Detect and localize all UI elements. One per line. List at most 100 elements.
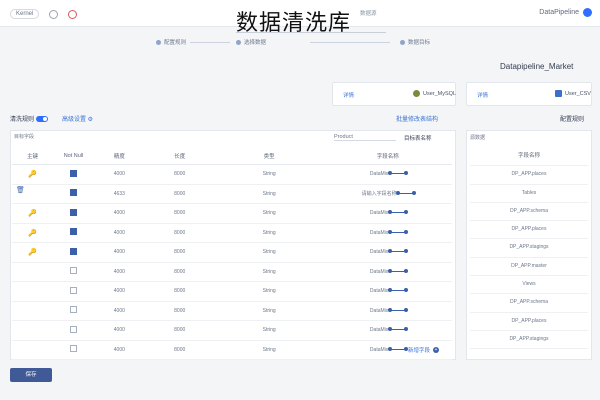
- table-row[interactable]: 4000 8000 String DataMix: [12, 301, 452, 321]
- type-cell[interactable]: String: [214, 320, 324, 341]
- source-field-item[interactable]: DP_APP.places: [470, 313, 588, 331]
- pk-cell[interactable]: [12, 281, 53, 302]
- source-field-item[interactable]: DP_APP.master: [470, 258, 588, 277]
- type-cell[interactable]: String: [214, 242, 324, 263]
- notnull-cell[interactable]: [52, 184, 94, 204]
- source-field-item[interactable]: DP_APP.places: [470, 221, 588, 240]
- precision-cell[interactable]: 4000: [93, 281, 145, 302]
- precision-cell[interactable]: 4000: [93, 301, 145, 321]
- mapping-connector-icon[interactable]: [387, 346, 408, 351]
- pk-cell[interactable]: [12, 340, 53, 360]
- pk-cell[interactable]: [12, 320, 53, 341]
- name-cell[interactable]: DataMix: [323, 223, 452, 243]
- table-row[interactable]: 4000 8000 String DataMix: [12, 262, 452, 282]
- table-row[interactable]: 4633 8000 String 请输入字段名称: [12, 184, 452, 204]
- notnull-checkbox[interactable]: [69, 247, 77, 255]
- type-cell[interactable]: String: [214, 301, 324, 321]
- name-cell[interactable]: DataMix: [323, 203, 452, 224]
- source-field-item[interactable]: DP_APP.schema: [470, 294, 588, 313]
- length-cell[interactable]: 8000: [144, 223, 215, 243]
- source-field-item[interactable]: DP_APP.stagings: [470, 239, 588, 258]
- advanced-settings[interactable]: 高级设置 ⚙: [62, 114, 93, 123]
- source-field-item[interactable]: DP_APP.schema: [470, 203, 588, 222]
- notnull-checkbox[interactable]: [69, 267, 77, 275]
- length-cell[interactable]: 8000: [144, 340, 215, 360]
- notnull-cell[interactable]: [52, 301, 94, 321]
- table-row[interactable]: 🔑 4000 8000 String DataMix: [12, 242, 452, 263]
- notnull-cell[interactable]: [52, 281, 94, 302]
- notnull-cell[interactable]: [52, 203, 94, 224]
- length-cell[interactable]: 8000: [144, 301, 215, 321]
- mapping-connector-icon[interactable]: [387, 268, 408, 273]
- pk-cell[interactable]: 🔑: [12, 203, 53, 224]
- alert-icon[interactable]: [68, 9, 78, 19]
- length-cell[interactable]: 8000: [144, 203, 215, 224]
- step-3[interactable]: 数据目标: [400, 38, 430, 46]
- source-field-item[interactable]: DP_APP.stagings: [470, 331, 588, 350]
- notnull-cell[interactable]: [52, 164, 94, 185]
- source-field-item[interactable]: Tables: [470, 185, 588, 203]
- notnull-cell[interactable]: [52, 320, 94, 341]
- key-icon[interactable]: 🔑: [28, 249, 37, 256]
- source-field-item[interactable]: Views: [470, 276, 588, 295]
- mapping-connector-icon[interactable]: [387, 249, 408, 254]
- length-cell[interactable]: 8000: [144, 262, 215, 282]
- batch-edit-link[interactable]: 批量修改表结构: [396, 114, 438, 123]
- source-card-left[interactable]: 详情 User_MySQL: [332, 82, 456, 106]
- length-cell[interactable]: 8000: [144, 164, 215, 185]
- name-cell[interactable]: DataMix: [323, 242, 452, 263]
- notnull-cell[interactable]: [52, 340, 94, 360]
- name-cell[interactable]: 请输入字段名称: [323, 184, 452, 204]
- precision-cell[interactable]: 4000: [93, 164, 145, 185]
- precision-cell[interactable]: 4000: [93, 203, 145, 224]
- type-cell[interactable]: String: [214, 184, 324, 204]
- key-icon[interactable]: 🔑: [28, 171, 37, 178]
- precision-cell[interactable]: 4000: [93, 320, 145, 341]
- precision-cell[interactable]: 4000: [93, 262, 145, 282]
- notnull-cell[interactable]: [52, 262, 94, 282]
- step-2[interactable]: 选择数据: [236, 38, 266, 46]
- notnull-checkbox[interactable]: [69, 306, 77, 314]
- table-row[interactable]: 🔑 4000 8000 String DataMix: [12, 203, 452, 224]
- notnull-cell[interactable]: [52, 223, 94, 243]
- table-row[interactable]: 4000 8000 String DataMix: [12, 340, 452, 360]
- notnull-checkbox[interactable]: [69, 169, 77, 177]
- save-button[interactable]: 保存: [10, 368, 52, 382]
- length-cell[interactable]: 8000: [144, 184, 215, 204]
- table-row[interactable]: 🔑 4000 8000 String DataMix: [12, 164, 452, 185]
- pk-cell[interactable]: [12, 262, 53, 282]
- notnull-checkbox[interactable]: [69, 208, 77, 216]
- name-cell[interactable]: DataMix: [323, 320, 452, 341]
- type-cell[interactable]: String: [214, 223, 324, 243]
- type-cell[interactable]: String: [214, 340, 324, 360]
- notnull-cell[interactable]: [52, 242, 94, 263]
- details-link[interactable]: 详情: [343, 91, 354, 99]
- type-cell[interactable]: String: [214, 164, 324, 185]
- step-1[interactable]: 配置规则: [156, 38, 186, 46]
- table-row[interactable]: 4000 8000 String DataMix: [12, 320, 452, 341]
- pk-cell[interactable]: 🔑: [12, 242, 53, 263]
- name-cell[interactable]: DataMix: [323, 301, 452, 321]
- settings-icon[interactable]: [49, 9, 59, 19]
- delete-icon[interactable]: 🗑: [16, 186, 25, 194]
- type-cell[interactable]: String: [214, 281, 324, 302]
- name-cell[interactable]: DataMix: [323, 262, 452, 282]
- kernel-select[interactable]: Kernel: [10, 9, 40, 19]
- notnull-checkbox[interactable]: [69, 286, 77, 294]
- mapping-connector-icon[interactable]: [387, 307, 408, 312]
- notnull-checkbox[interactable]: [69, 325, 77, 333]
- type-cell[interactable]: String: [214, 203, 324, 224]
- enable-toggle-row[interactable]: 清洗规则: [10, 114, 48, 123]
- target-table-input[interactable]: Product: [334, 134, 396, 141]
- pk-cell[interactable]: [12, 301, 53, 321]
- pk-cell[interactable]: 🔑: [12, 164, 53, 185]
- enable-toggle[interactable]: [35, 116, 48, 123]
- precision-cell[interactable]: 4633: [93, 184, 145, 204]
- type-cell[interactable]: String: [214, 262, 324, 282]
- mapping-connector-icon[interactable]: [387, 327, 408, 332]
- mapping-connector-icon[interactable]: [396, 191, 416, 196]
- details-link[interactable]: 详情: [477, 91, 488, 99]
- name-cell[interactable]: DataMix: [323, 281, 452, 302]
- add-field-button[interactable]: 新增字段 +: [408, 346, 440, 354]
- mapping-connector-icon[interactable]: [387, 171, 408, 176]
